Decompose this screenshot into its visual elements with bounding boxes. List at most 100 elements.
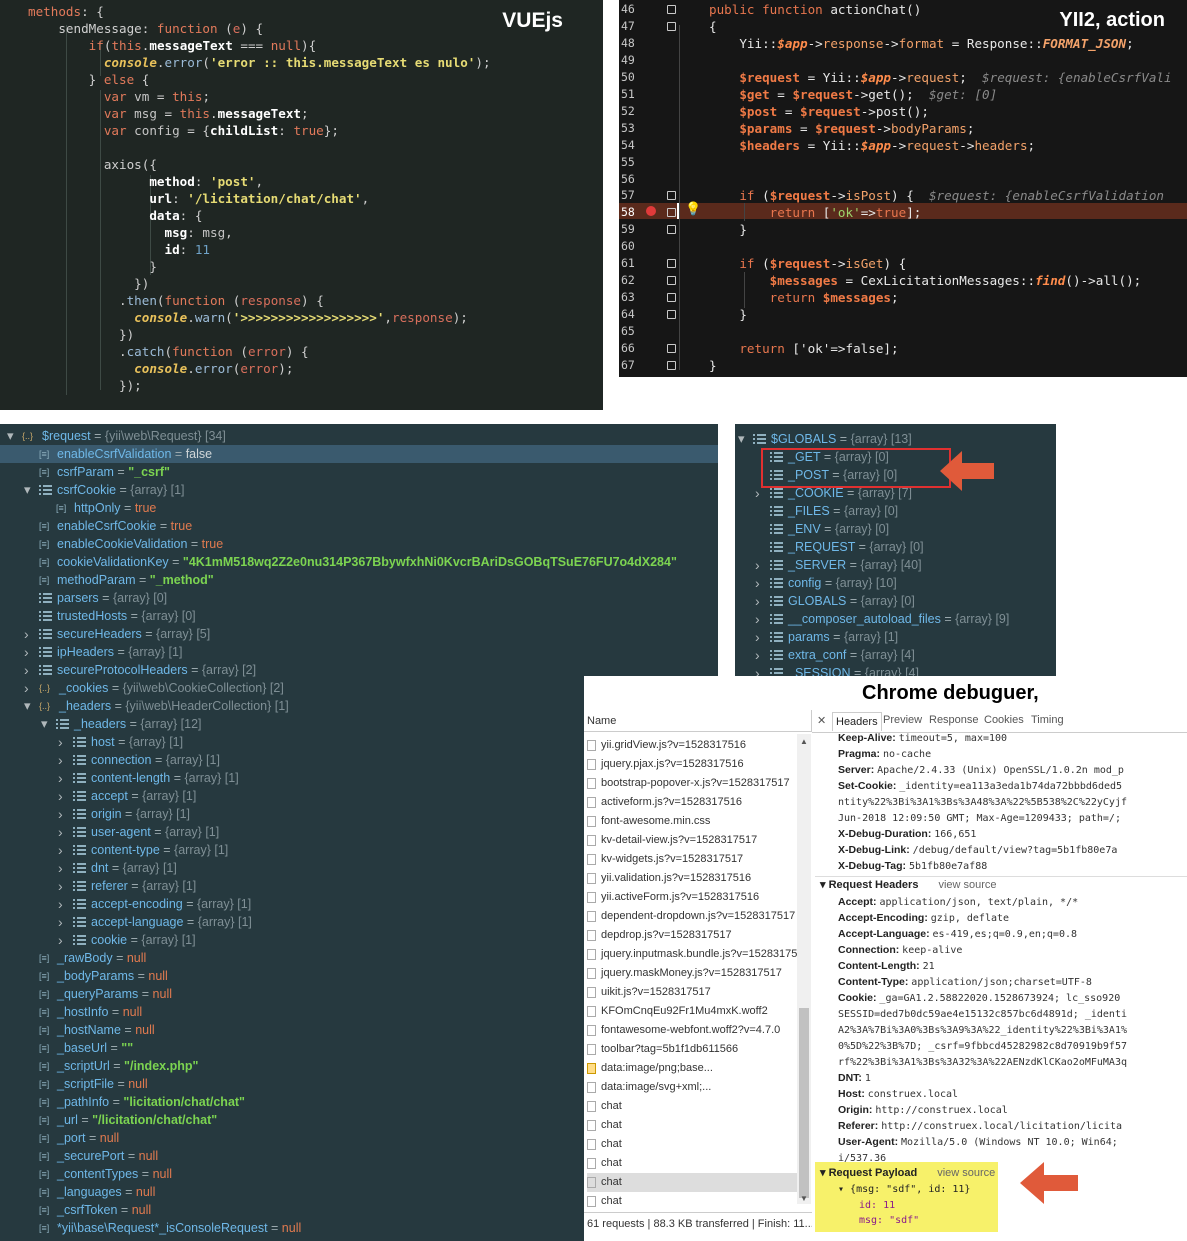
tree-row[interactable]: [≡] enableCookieValidation = true bbox=[0, 535, 718, 553]
chevron-right-icon[interactable]: › bbox=[755, 484, 760, 502]
close-icon[interactable]: ✕ bbox=[817, 714, 826, 727]
breakpoint-icon[interactable] bbox=[646, 206, 656, 216]
chevron-right-icon[interactable]: › bbox=[58, 823, 63, 841]
request-list-item[interactable]: kv-widgets.js?v=1528317517 bbox=[587, 850, 797, 869]
tree-row[interactable]: › _SERVER = {array} [40] bbox=[735, 556, 1056, 574]
tree-row[interactable]: › params = {array} [1] bbox=[735, 628, 1056, 646]
chevron-right-icon[interactable]: › bbox=[58, 859, 63, 877]
chevron-right-icon[interactable]: › bbox=[24, 643, 29, 661]
tab-cookies[interactable]: Cookies bbox=[984, 714, 1024, 726]
request-list-item[interactable]: chat bbox=[587, 1116, 797, 1135]
fold-marker-icon[interactable] bbox=[667, 259, 676, 269]
tree-row[interactable]: › __composer_autoload_files = {array} [9] bbox=[735, 610, 1056, 628]
tree-row[interactable]: › ipHeaders = {array} [1] bbox=[0, 643, 718, 661]
tree-row[interactable]: _ENV = {array} [0] bbox=[735, 520, 1056, 538]
request-list-item[interactable]: chat bbox=[587, 1135, 797, 1154]
request-list-item[interactable]: kv-detail-view.js?v=1528317517 bbox=[587, 831, 797, 850]
fold-marker-icon[interactable] bbox=[667, 191, 676, 201]
tree-row[interactable]: › secureHeaders = {array} [5] bbox=[0, 625, 718, 643]
fold-marker-icon[interactable] bbox=[667, 310, 676, 320]
lightbulb-icon[interactable]: 💡 bbox=[685, 202, 701, 217]
tree-row[interactable]: ▾ {..} $request = {yii\web\Request} [34] bbox=[0, 427, 718, 445]
tree-row[interactable]: › config = {array} [10] bbox=[735, 574, 1056, 592]
request-list-item[interactable]: bootstrap-popover-x.js?v=1528317517 bbox=[587, 774, 797, 793]
tree-row[interactable]: [≡] methodParam = "_method" bbox=[0, 571, 718, 589]
request-list-item[interactable]: chat bbox=[587, 1154, 797, 1173]
tree-row[interactable]: _FILES = {array} [0] bbox=[735, 502, 1056, 520]
request-payload-section[interactable]: ▾ Request Payload view source bbox=[820, 1166, 995, 1179]
request-list-item[interactable]: chat bbox=[587, 1097, 797, 1116]
request-list-item[interactable]: jquery.inputmask.bundle.js?v=15283175 bbox=[587, 945, 797, 964]
chevron-right-icon[interactable]: › bbox=[58, 733, 63, 751]
chevron-right-icon[interactable]: › bbox=[24, 661, 29, 679]
chevron-right-icon[interactable]: › bbox=[58, 751, 63, 769]
chevron-right-icon[interactable]: › bbox=[755, 610, 760, 628]
tab-headers[interactable]: Headers bbox=[832, 712, 882, 731]
chevron-down-icon[interactable]: ▾ bbox=[41, 715, 48, 733]
scroll-up-icon[interactable]: ▲ bbox=[800, 737, 808, 746]
chevron-right-icon[interactable]: › bbox=[58, 913, 63, 931]
request-list-item[interactable]: toolbar?tag=5b1f1db611566 bbox=[587, 1040, 797, 1059]
request-headers-section[interactable]: ▾ Request Headers view source bbox=[820, 878, 997, 891]
scroll-down-icon[interactable]: ▼ bbox=[800, 1194, 808, 1203]
tree-row[interactable]: › _SESSION = {array} [4] bbox=[735, 664, 1056, 676]
fold-marker-icon[interactable] bbox=[667, 276, 676, 286]
tree-row[interactable]: [≡] enableCsrfValidation = false bbox=[0, 445, 718, 463]
chevron-right-icon[interactable]: › bbox=[24, 625, 29, 643]
request-list-item[interactable]: uikit.js?v=1528317517 bbox=[587, 983, 797, 1002]
tab-preview[interactable]: Preview bbox=[883, 714, 922, 726]
request-list-item[interactable]: font-awesome.min.css bbox=[587, 812, 797, 831]
request-list-item[interactable]: data:image/svg+xml;... bbox=[587, 1078, 797, 1097]
request-list-item[interactable]: data:image/png;base... bbox=[587, 1059, 797, 1078]
fold-marker-icon[interactable] bbox=[667, 344, 676, 353]
chevron-down-icon[interactable]: ▾ bbox=[738, 430, 745, 448]
request-list-item[interactable]: yii.activeForm.js?v=1528317516 bbox=[587, 888, 797, 907]
chevron-down-icon[interactable]: ▾ bbox=[24, 697, 31, 715]
tree-row[interactable]: [≡] csrfParam = "_csrf" bbox=[0, 463, 718, 481]
request-list-item[interactable]: yii.gridView.js?v=1528317516 bbox=[587, 736, 797, 755]
request-list-item[interactable]: yii.validation.js?v=1528317516 bbox=[587, 869, 797, 888]
payload-object[interactable]: ▾ {msg: "sdf", id: 11} bbox=[838, 1184, 970, 1195]
chevron-right-icon[interactable]: › bbox=[58, 931, 63, 949]
tree-row[interactable]: › extra_conf = {array} [4] bbox=[735, 646, 1056, 664]
request-list-item[interactable]: fontawesome-webfont.woff2?v=4.7.0 bbox=[587, 1021, 797, 1040]
view-source-link[interactable]: view source bbox=[938, 879, 996, 891]
chevron-right-icon[interactable]: › bbox=[58, 841, 63, 859]
tree-row[interactable]: trustedHosts = {array} [0] bbox=[0, 607, 718, 625]
chevron-right-icon[interactable]: › bbox=[58, 877, 63, 895]
request-list-item[interactable]: depdrop.js?v=1528317517 bbox=[587, 926, 797, 945]
fold-marker-icon[interactable] bbox=[667, 293, 676, 303]
chevron-right-icon[interactable]: › bbox=[755, 574, 760, 592]
tab-timing[interactable]: Timing bbox=[1031, 714, 1064, 726]
chevron-right-icon[interactable]: › bbox=[58, 787, 63, 805]
tree-row[interactable]: ▾ csrfCookie = {array} [1] bbox=[0, 481, 718, 499]
chevron-right-icon[interactable]: › bbox=[755, 664, 760, 676]
request-list-item[interactable]: jquery.pjax.js?v=1528317516 bbox=[587, 755, 797, 774]
fold-marker-icon[interactable] bbox=[667, 208, 676, 218]
tree-row[interactable]: ▾ $GLOBALS = {array} [13] bbox=[735, 430, 1056, 448]
chevron-right-icon[interactable]: › bbox=[58, 895, 63, 913]
fold-marker-icon[interactable] bbox=[667, 5, 676, 14]
chevron-right-icon[interactable]: › bbox=[58, 805, 63, 823]
tree-row[interactable]: [≡] cookieValidationKey = "4K1mM518wq2Z2e… bbox=[0, 553, 718, 571]
tree-row[interactable]: › GLOBALS = {array} [0] bbox=[735, 592, 1056, 610]
tree-row[interactable]: [≡] httpOnly = true bbox=[0, 499, 718, 517]
request-list-item[interactable]: dependent-dropdown.js?v=1528317517 bbox=[587, 907, 797, 926]
chevron-right-icon[interactable]: › bbox=[755, 592, 760, 610]
request-list-item[interactable]: chat bbox=[587, 1173, 797, 1192]
chevron-down-icon[interactable]: ▾ bbox=[7, 427, 14, 445]
request-list-item[interactable]: jquery.maskMoney.js?v=1528317517 bbox=[587, 964, 797, 983]
fold-marker-icon[interactable] bbox=[667, 360, 676, 370]
fold-marker-icon[interactable] bbox=[667, 225, 676, 235]
name-column-header[interactable]: Name bbox=[584, 710, 812, 732]
chevron-right-icon[interactable]: › bbox=[755, 628, 760, 646]
scrollbar-thumb[interactable] bbox=[799, 1008, 809, 1198]
chevron-right-icon[interactable]: › bbox=[755, 556, 760, 574]
tree-row[interactable]: [≡] enableCsrfCookie = true bbox=[0, 517, 718, 535]
request-list-item[interactable]: chat bbox=[587, 1192, 797, 1211]
chevron-down-icon[interactable]: ▾ bbox=[24, 481, 31, 499]
view-source-link[interactable]: view source bbox=[937, 1167, 995, 1179]
tab-response[interactable]: Response bbox=[929, 714, 979, 726]
fold-marker-icon[interactable] bbox=[667, 21, 676, 31]
request-list-item[interactable]: activeform.js?v=1528317516 bbox=[587, 793, 797, 812]
